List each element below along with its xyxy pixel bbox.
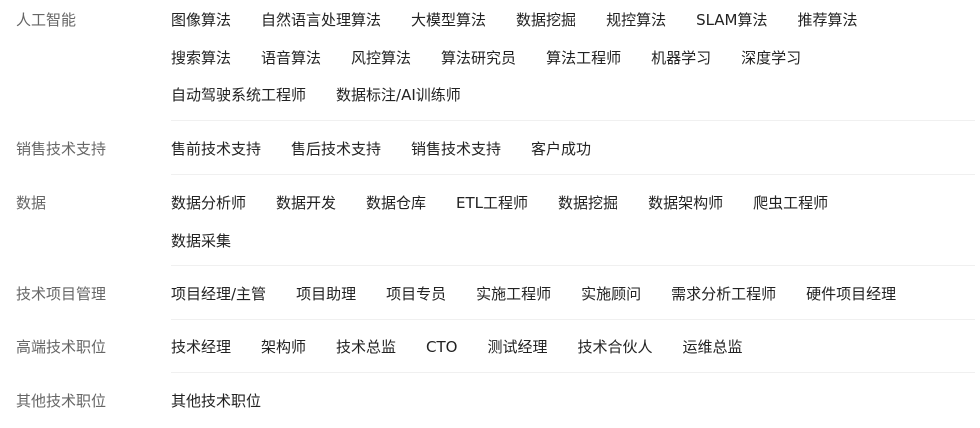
job-line: 自动驾驶系统工程师 数据标注/AI训练师 (171, 84, 975, 106)
job-list: 其他技术职位 (171, 390, 975, 428)
job-link[interactable]: 风控算法 (351, 47, 411, 69)
job-link[interactable]: 推荐算法 (798, 9, 858, 31)
job-link[interactable]: 硬件项目经理 (806, 283, 896, 305)
category-title: 其他技术职位 (16, 392, 107, 410)
job-line: 数据采集 (171, 230, 975, 252)
job-line: 数据分析师 数据开发 数据仓库 ETL工程师 数据挖掘 数据架构师 爬虫工程师 (171, 192, 975, 214)
job-link[interactable]: 爬虫工程师 (753, 192, 828, 214)
job-link[interactable]: 测试经理 (488, 336, 548, 358)
job-link[interactable]: 数据挖掘 (558, 192, 618, 214)
job-link[interactable]: ETL工程师 (456, 192, 528, 214)
job-line: 其他技术职位 (171, 390, 975, 412)
category-row-other-tech-positions: 其他技术职位 其他技术职位 (0, 390, 975, 419)
job-line: 图像算法 自然语言处理算法 大模型算法 数据挖掘 规控算法 SLAM算法 推荐算… (171, 9, 975, 31)
job-line: 搜索算法 语音算法 风控算法 算法研究员 算法工程师 机器学习 深度学习 (171, 47, 975, 69)
job-list: 数据分析师 数据开发 数据仓库 ETL工程师 数据挖掘 数据架构师 爬虫工程师 … (171, 192, 975, 267)
job-link[interactable]: 项目专员 (386, 283, 446, 305)
job-link[interactable]: CTO (426, 336, 457, 358)
job-link[interactable]: 项目经理/主管 (171, 283, 266, 305)
category-row-ai: 人工智能 图像算法 自然语言处理算法 大模型算法 数据挖掘 规控算法 SLAM算… (0, 9, 975, 121)
job-link[interactable]: 机器学习 (651, 47, 711, 69)
job-link[interactable]: 算法研究员 (441, 47, 516, 69)
job-link[interactable]: 规控算法 (606, 9, 666, 31)
job-link[interactable]: 数据仓库 (366, 192, 426, 214)
job-line: 技术经理 架构师 技术总监 CTO 测试经理 技术合伙人 运维总监 (171, 336, 975, 358)
category-row-data: 数据 数据分析师 数据开发 数据仓库 ETL工程师 数据挖掘 数据架构师 爬虫工… (0, 192, 975, 266)
job-link[interactable]: SLAM算法 (696, 9, 767, 31)
job-list: 技术经理 架构师 技术总监 CTO 测试经理 技术合伙人 运维总监 (171, 336, 975, 374)
category-row-tech-project-management: 技术项目管理 项目经理/主管 项目助理 项目专员 实施工程师 实施顾问 需求分析… (0, 283, 975, 320)
job-link[interactable]: 实施工程师 (476, 283, 551, 305)
category-title: 人工智能 (16, 11, 77, 29)
category-row-senior-tech-positions: 高端技术职位 技术经理 架构师 技术总监 CTO 测试经理 技术合伙人 运维总监 (0, 336, 975, 373)
job-link[interactable]: 深度学习 (741, 47, 801, 69)
category-title: 高端技术职位 (16, 338, 107, 356)
category-row-sales-tech-support: 销售技术支持 售前技术支持 售后技术支持 销售技术支持 客户成功 (0, 138, 975, 175)
job-link[interactable]: 技术总监 (336, 336, 396, 358)
job-line: 项目经理/主管 项目助理 项目专员 实施工程师 实施顾问 需求分析工程师 硬件项… (171, 283, 975, 305)
job-link[interactable]: 图像算法 (171, 9, 231, 31)
job-link[interactable]: 数据架构师 (648, 192, 723, 214)
job-line: 售前技术支持 售后技术支持 销售技术支持 客户成功 (171, 138, 975, 160)
job-list: 项目经理/主管 项目助理 项目专员 实施工程师 实施顾问 需求分析工程师 硬件项… (171, 283, 975, 321)
job-link[interactable]: 数据挖掘 (516, 9, 576, 31)
job-list: 图像算法 自然语言处理算法 大模型算法 数据挖掘 规控算法 SLAM算法 推荐算… (171, 9, 975, 122)
job-link[interactable]: 架构师 (261, 336, 306, 358)
job-link[interactable]: 售后技术支持 (291, 138, 381, 160)
job-link[interactable]: 技术经理 (171, 336, 231, 358)
job-link[interactable]: 数据分析师 (171, 192, 246, 214)
job-link[interactable]: 数据采集 (171, 230, 231, 252)
job-link[interactable]: 需求分析工程师 (671, 283, 776, 305)
job-link[interactable]: 销售技术支持 (411, 138, 501, 160)
job-link[interactable]: 语音算法 (261, 47, 321, 69)
job-link[interactable]: 自动驾驶系统工程师 (171, 84, 306, 106)
job-category-menu: 人工智能 图像算法 自然语言处理算法 大模型算法 数据挖掘 规控算法 SLAM算… (0, 0, 980, 419)
job-link[interactable]: 自然语言处理算法 (261, 9, 381, 31)
job-link[interactable]: 客户成功 (531, 138, 591, 160)
category-title: 数据 (16, 194, 47, 212)
job-link[interactable]: 技术合伙人 (578, 336, 653, 358)
job-link[interactable]: 数据开发 (276, 192, 336, 214)
job-list: 售前技术支持 售后技术支持 销售技术支持 客户成功 (171, 138, 975, 176)
job-link[interactable]: 算法工程师 (546, 47, 621, 69)
job-link[interactable]: 其他技术职位 (171, 390, 261, 412)
category-title: 销售技术支持 (16, 140, 107, 158)
job-link[interactable]: 实施顾问 (581, 283, 641, 305)
job-link[interactable]: 项目助理 (296, 283, 356, 305)
job-link[interactable]: 大模型算法 (411, 9, 486, 31)
category-title: 技术项目管理 (16, 285, 107, 303)
job-link[interactable]: 售前技术支持 (171, 138, 261, 160)
job-link[interactable]: 运维总监 (683, 336, 743, 358)
job-link[interactable]: 搜索算法 (171, 47, 231, 69)
job-link[interactable]: 数据标注/AI训练师 (336, 84, 461, 106)
